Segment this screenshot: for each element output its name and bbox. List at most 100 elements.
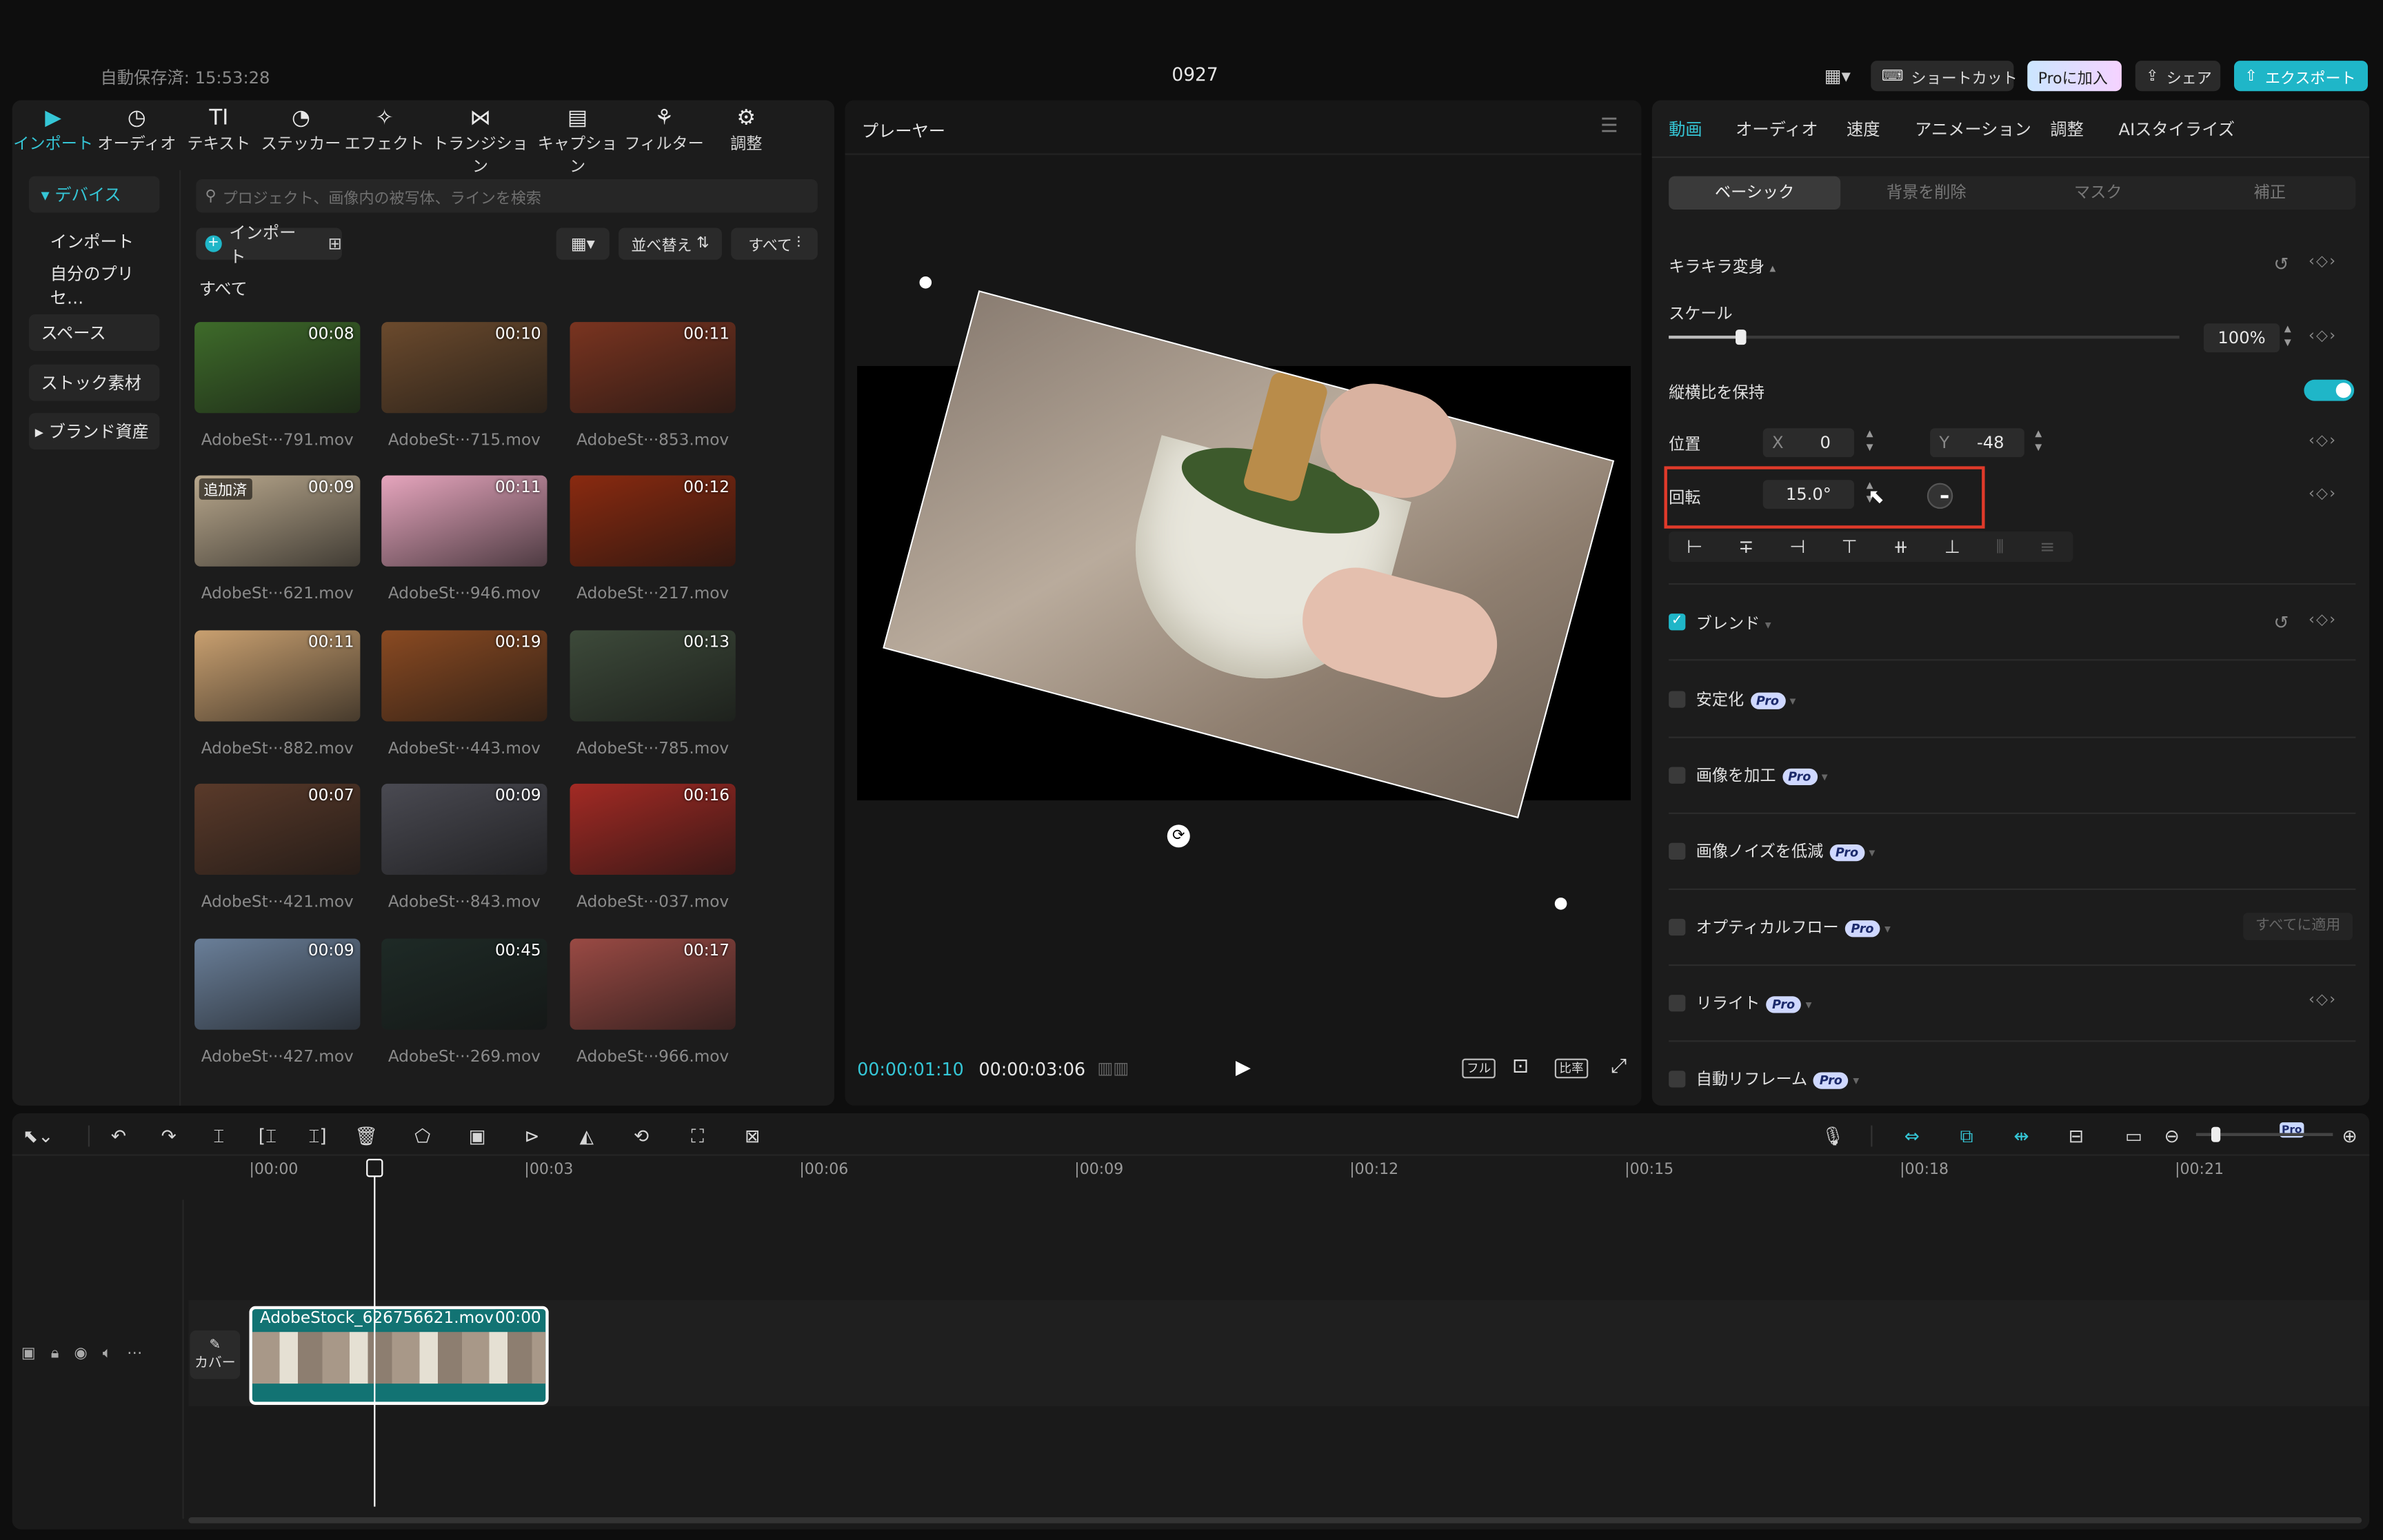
tool-8[interactable]: ⚙ 調整	[705, 106, 787, 155]
reset-icon[interactable]: ↺	[2273, 254, 2289, 275]
rotate-dial[interactable]	[1927, 483, 1953, 509]
delete-icon[interactable]: 🗑︎	[354, 1126, 379, 1147]
scale-field[interactable]: 100%	[2203, 323, 2280, 353]
shortcut-button[interactable]: ⌨ ショートカット	[1871, 61, 2018, 92]
rotate-handle-icon[interactable]: ⟳	[1167, 824, 1190, 848]
split-right-icon[interactable]: ⌶]	[305, 1126, 330, 1147]
tool-7[interactable]: ⚘ フィルター	[623, 106, 705, 155]
media-thumb[interactable]: 00:12	[570, 475, 736, 567]
audio-icon[interactable]: 🔈︎	[103, 1346, 112, 1362]
mark-icon[interactable]: ⬠	[410, 1126, 434, 1147]
keep-ratio-toggle[interactable]	[2304, 379, 2355, 401]
keyframe-icon[interactable]: ‹◇›	[2309, 486, 2337, 503]
align-center-h-icon[interactable]: ∓	[1738, 536, 1753, 558]
share-button[interactable]: ⇪ シェア	[2135, 61, 2221, 92]
scale-stepper-icon[interactable]: ▴ ▾	[2284, 323, 2291, 351]
tab-5[interactable]: AIスタイライズ	[2119, 117, 2235, 141]
fullscreen-icon[interactable]: ⤢	[1611, 1055, 1627, 1078]
play-icon[interactable]: ▶	[1236, 1057, 1251, 1080]
speed-icon[interactable]: ⊳	[520, 1126, 544, 1147]
keyframe-icon[interactable]: ‹◇›	[2309, 328, 2337, 345]
distribute-v-icon[interactable]: ≡	[2040, 536, 2055, 558]
sidebar-brand[interactable]: ▸ ブランド資産	[28, 413, 160, 450]
enhance-checkbox[interactable]	[1669, 767, 1686, 784]
tab-0[interactable]: 動画	[1669, 117, 1702, 141]
video-frame[interactable]	[851, 159, 1641, 934]
subtab-1[interactable]: 背景を削除	[1840, 176, 2012, 210]
align-bottom-icon[interactable]: ⊥	[1944, 536, 1960, 558]
subtab-2[interactable]: マスク	[2012, 176, 2184, 210]
media-thumb[interactable]: 00:09	[194, 938, 361, 1030]
media-thumb[interactable]: 00:11	[381, 475, 547, 567]
keyframe-icon[interactable]: ‹◇›	[2309, 992, 2337, 1009]
menu-icon[interactable]: ☰	[1600, 115, 1618, 138]
reframe-checkbox[interactable]	[1669, 1071, 1686, 1088]
media-thumb[interactable]: 00:10	[381, 322, 547, 414]
optical-checkbox[interactable]	[1669, 918, 1686, 936]
position-x-field[interactable]: X0	[1762, 428, 1855, 458]
media-thumb[interactable]: 00:13	[570, 630, 736, 722]
more-icon[interactable]: ⋯	[127, 1346, 142, 1362]
search-input[interactable]: ⚲ プロジェクト、画像内の被写体、ラインを検索	[196, 179, 818, 213]
filter-button[interactable]: すべて ⫶	[731, 227, 818, 260]
sidebar-stock[interactable]: ストック素材	[28, 364, 160, 401]
enhance-label[interactable]: 画像を加工 Pro ▾	[1696, 764, 1828, 787]
reframe-label[interactable]: 自動リフレーム Pro ▾	[1696, 1068, 1859, 1091]
media-thumb[interactable]: 00:11	[570, 322, 736, 414]
align-right-icon[interactable]: ⊣	[1789, 536, 1805, 558]
link-icon[interactable]: ⇔	[1900, 1126, 1924, 1147]
snap-icon[interactable]: ⇹	[2009, 1126, 2033, 1147]
tool-0[interactable]: ▶ インポート	[12, 106, 94, 155]
tool-6[interactable]: ▤ キャプション	[534, 106, 622, 178]
lock-icon[interactable]: 🔒︎	[51, 1346, 59, 1362]
stabilize-label[interactable]: 安定化 Pro ▾	[1696, 688, 1796, 711]
eye-icon[interactable]: ◉	[74, 1346, 88, 1362]
subtab-3[interactable]: 補正	[2184, 176, 2355, 210]
playhead-handle[interactable]	[366, 1159, 383, 1177]
zoom-out-icon[interactable]: ⊖	[2160, 1126, 2184, 1147]
resize-handle[interactable]	[919, 276, 932, 289]
video-clip[interactable]: AdobeStock_626756621.mov 00:00	[249, 1306, 549, 1405]
keyframe-icon[interactable]: ‹◇›	[2309, 254, 2337, 270]
zoom-fit-icon[interactable]: ⊡	[1512, 1055, 1529, 1078]
apply-all-button[interactable]: すべてに適用	[2243, 913, 2353, 940]
mic-icon[interactable]: 🎙︎	[1821, 1126, 1845, 1147]
split-track-icon[interactable]: ⊟	[2064, 1126, 2088, 1147]
timeline-scrollbar[interactable]	[188, 1517, 2362, 1523]
media-thumb[interactable]: 00:09	[381, 783, 547, 875]
pro-join-button[interactable]: Proに加入	[2027, 61, 2122, 92]
transform-section[interactable]: キラキラ変身 ▴	[1669, 255, 1776, 278]
split-icon[interactable]: ⌶	[207, 1126, 231, 1147]
magnet-icon[interactable]: ⧉	[1954, 1126, 1978, 1147]
keyframe-icon[interactable]: ‹◇›	[2309, 612, 2337, 629]
x-stepper-icon[interactable]: ▴ ▾	[1867, 427, 1873, 456]
sidebar-preset[interactable]: 自分のプリセ…	[29, 264, 160, 308]
tab-2[interactable]: 速度	[1847, 117, 1880, 141]
blend-label[interactable]: ブレンド ▾	[1696, 612, 1771, 635]
waveform-icon[interactable]: ▥▥	[1097, 1059, 1129, 1079]
zoom-slider[interactable]	[2195, 1126, 2333, 1142]
media-thumb[interactable]: 00:11	[194, 630, 361, 722]
preview-icon[interactable]: ▭	[2122, 1126, 2146, 1147]
split-left-icon[interactable]: [⌶	[255, 1126, 279, 1147]
mirror-icon[interactable]: ◭	[574, 1126, 599, 1147]
select-icon[interactable]: ⬉⌄	[23, 1126, 53, 1147]
relight-label[interactable]: リライト Pro ▾	[1696, 992, 1812, 1015]
import-button[interactable]: + インポート ⊞	[196, 223, 342, 267]
track-video-icon[interactable]: ▣	[21, 1346, 36, 1362]
scale-slider[interactable]	[1669, 330, 2180, 345]
align-middle-icon[interactable]: ⧺	[1893, 536, 1909, 558]
freeze-icon[interactable]: ▣	[465, 1126, 489, 1147]
optical-label[interactable]: オプティカルフロー Pro ▾	[1696, 916, 1891, 939]
full-button[interactable]: フル	[1462, 1058, 1496, 1079]
tool-5[interactable]: ⋈ トランジション	[429, 106, 532, 178]
tab-1[interactable]: オーディオ	[1736, 117, 1818, 141]
layout-icon[interactable]: ▦▾	[1818, 64, 1857, 88]
resize-handle[interactable]	[1554, 898, 1567, 910]
media-thumb[interactable]: 00:19	[381, 630, 547, 722]
undo-icon[interactable]: ↶	[106, 1126, 130, 1147]
tool-1[interactable]: ◷ オーディオ	[96, 106, 178, 155]
stabilize-checkbox[interactable]	[1669, 691, 1686, 708]
tool-3[interactable]: ◔ ステッカー	[260, 106, 342, 155]
tab-3[interactable]: アニメーション	[1915, 117, 2031, 141]
